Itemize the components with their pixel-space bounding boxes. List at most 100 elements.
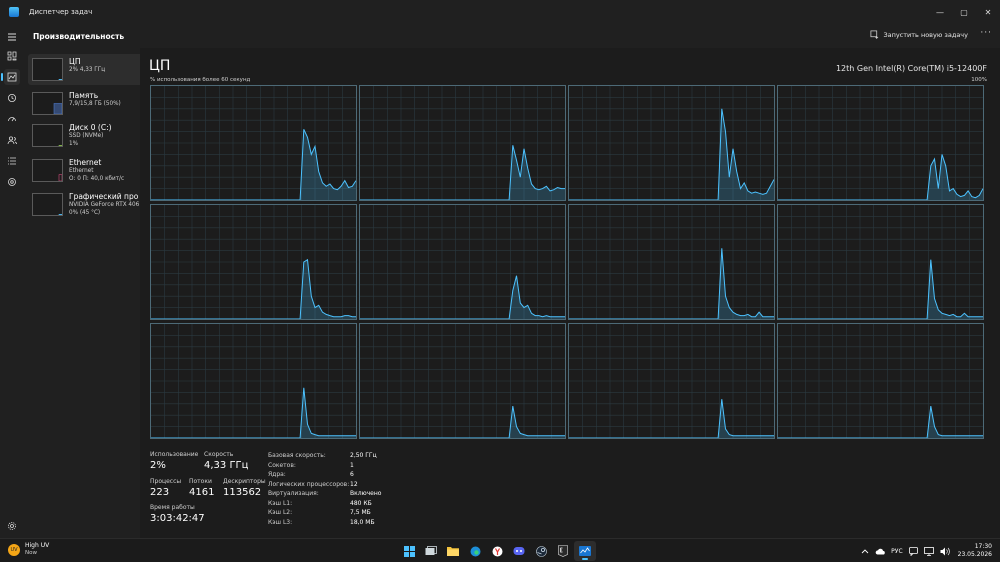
settings-gear-icon[interactable]: [4, 518, 20, 534]
resource-item-gpu[interactable]: Графический про NVIDIA GeForce RTX 406 0…: [28, 189, 158, 220]
stat-value: 4,33 ГГц: [204, 460, 249, 471]
taskbar-apps: [398, 541, 596, 561]
cpu-performance-panel: ЦП 12th Gen Intel(R) Core(TM) i5-12400F …: [140, 48, 1000, 538]
epic-games-button[interactable]: [552, 541, 574, 561]
chat-icon[interactable]: [908, 546, 918, 556]
logical-processor-graph-3: [777, 85, 984, 201]
yandex-browser-button[interactable]: [486, 541, 508, 561]
spec-key: Базовая скорость:: [268, 452, 326, 459]
network-monitor-icon[interactable]: [923, 546, 934, 556]
resource-item-ethernet[interactable]: Ethernet Ethernet О: 0 П: 40,0 кбит/с: [28, 155, 158, 186]
discord-button[interactable]: [508, 541, 530, 561]
logical-processor-graph-11: [777, 323, 984, 439]
stat-threads: Потоки 4161: [189, 478, 214, 498]
cpu-model-name: 12th Gen Intel(R) Core(TM) i5-12400F: [835, 64, 987, 73]
file-explorer-button[interactable]: [442, 541, 464, 561]
uv-sun-icon: UV: [8, 543, 20, 556]
task-manager-app-icon: [579, 546, 591, 556]
usage-line: [778, 406, 983, 438]
run-new-task-label: Запустить новую задачу: [883, 30, 968, 39]
stat-label: Скорость: [204, 451, 234, 458]
maximize-button[interactable]: ▢: [952, 0, 976, 24]
task-view-icon: [425, 546, 437, 555]
services-icon[interactable]: [4, 174, 20, 190]
volume-icon[interactable]: [940, 547, 950, 556]
cpu-title: ЦП: [149, 58, 171, 74]
stat-speed: Скорость 4,33 ГГц: [204, 451, 248, 471]
usage-line: [569, 399, 774, 438]
usage-area: [151, 259, 356, 319]
spec-value: 480 КБ: [350, 499, 372, 507]
app-history-icon[interactable]: [4, 90, 20, 106]
usage-line: [360, 275, 565, 319]
usage-area: [569, 399, 774, 438]
discord-icon: [513, 547, 525, 555]
spec-key: Логических процессоров:: [268, 480, 350, 488]
usage-area: [569, 248, 774, 319]
minimize-button[interactable]: —: [928, 0, 952, 24]
logical-processor-graph-4: [150, 204, 357, 320]
performance-icon[interactable]: [1, 69, 20, 85]
resource-item-disk[interactable]: Диск 0 (C:) SSD (NVMe) 1%: [28, 120, 158, 151]
usage-line: [778, 259, 983, 319]
clock[interactable]: 17:30 23.05.2026: [958, 543, 992, 559]
usage-area: [360, 145, 565, 200]
resource-item-cpu[interactable]: ЦП 2% 4,33 ГГц: [28, 54, 158, 85]
spec-value: 18,0 МБ: [350, 518, 375, 526]
users-icon[interactable]: [4, 132, 20, 148]
spec-key: Сокетов:: [268, 461, 296, 469]
more-options-button[interactable]: ···: [980, 28, 992, 38]
logical-processor-graph-10: [568, 323, 775, 439]
language-indicator[interactable]: РУС: [891, 548, 902, 555]
usage-line: [360, 406, 565, 438]
weather-title: High UV: [25, 542, 50, 549]
usage-area: [778, 259, 983, 319]
spec-value: 6: [350, 471, 354, 478]
run-new-task-button[interactable]: Запустить новую задачу: [870, 30, 968, 39]
steam-button[interactable]: [530, 541, 552, 561]
spec-key: Кэш L1:: [268, 499, 293, 507]
stat-label: Потоки: [189, 478, 212, 485]
details-icon[interactable]: [4, 153, 20, 169]
cpu-thumbnail-graph: [32, 58, 63, 81]
thumbnail-level: [58, 145, 62, 146]
graph-max-label: 100%: [971, 77, 987, 83]
resource-item-memory[interactable]: Память 7,9/15,8 ГБ (50%): [28, 88, 158, 119]
task-view-button[interactable]: [420, 541, 442, 561]
folder-icon: [447, 547, 459, 556]
stat-label: Дескрипторы: [223, 478, 266, 485]
show-hidden-icons-chevron-up-icon[interactable]: [861, 548, 869, 554]
navigation-rail: [0, 24, 24, 538]
usage-area: [151, 387, 356, 438]
spec-value: 12: [350, 480, 358, 488]
logical-processor-graph-0: [150, 85, 357, 201]
processes-icon[interactable]: [4, 48, 20, 64]
usage-line: [151, 387, 356, 438]
hamburger-menu-icon[interactable]: [4, 29, 20, 45]
stat-value: 113562: [223, 487, 262, 498]
spec-value: 2,50 ГГц: [350, 452, 377, 459]
start-button[interactable]: [398, 541, 420, 561]
edge-browser-button[interactable]: [464, 541, 486, 561]
title-bar: Диспетчер задач — ▢ ✕: [0, 0, 1000, 24]
usage-area: [360, 275, 565, 319]
usage-area: [151, 129, 356, 200]
cloud-icon[interactable]: [875, 548, 885, 555]
stat-utilization: Использование 2%: [150, 451, 198, 471]
weather-widget[interactable]: UV High UV Now: [8, 542, 49, 557]
startup-apps-icon[interactable]: [4, 111, 20, 127]
system-tray: РУС 17:30 23.05.2026: [855, 539, 992, 562]
spec-key: Кэш L3:: [268, 518, 293, 526]
stat-value: 223: [150, 487, 170, 498]
stat-uptime: Время работы 3:03:42:47: [150, 504, 205, 524]
close-button[interactable]: ✕: [976, 0, 1000, 24]
stat-label: Использование: [150, 451, 199, 458]
task-manager-taskbar-button[interactable]: [574, 541, 596, 561]
logical-processor-graph-1: [359, 85, 566, 201]
ethernet-thumbnail-graph: [32, 159, 63, 182]
spec-key: Виртуализация:: [268, 490, 319, 497]
window-controls: — ▢ ✕: [928, 0, 1000, 24]
taskbar: UV High UV Now РУС 17:30 23.05.2026: [0, 538, 1000, 562]
stat-label: Время работы: [150, 504, 195, 511]
thumbnail-level: [53, 103, 62, 114]
